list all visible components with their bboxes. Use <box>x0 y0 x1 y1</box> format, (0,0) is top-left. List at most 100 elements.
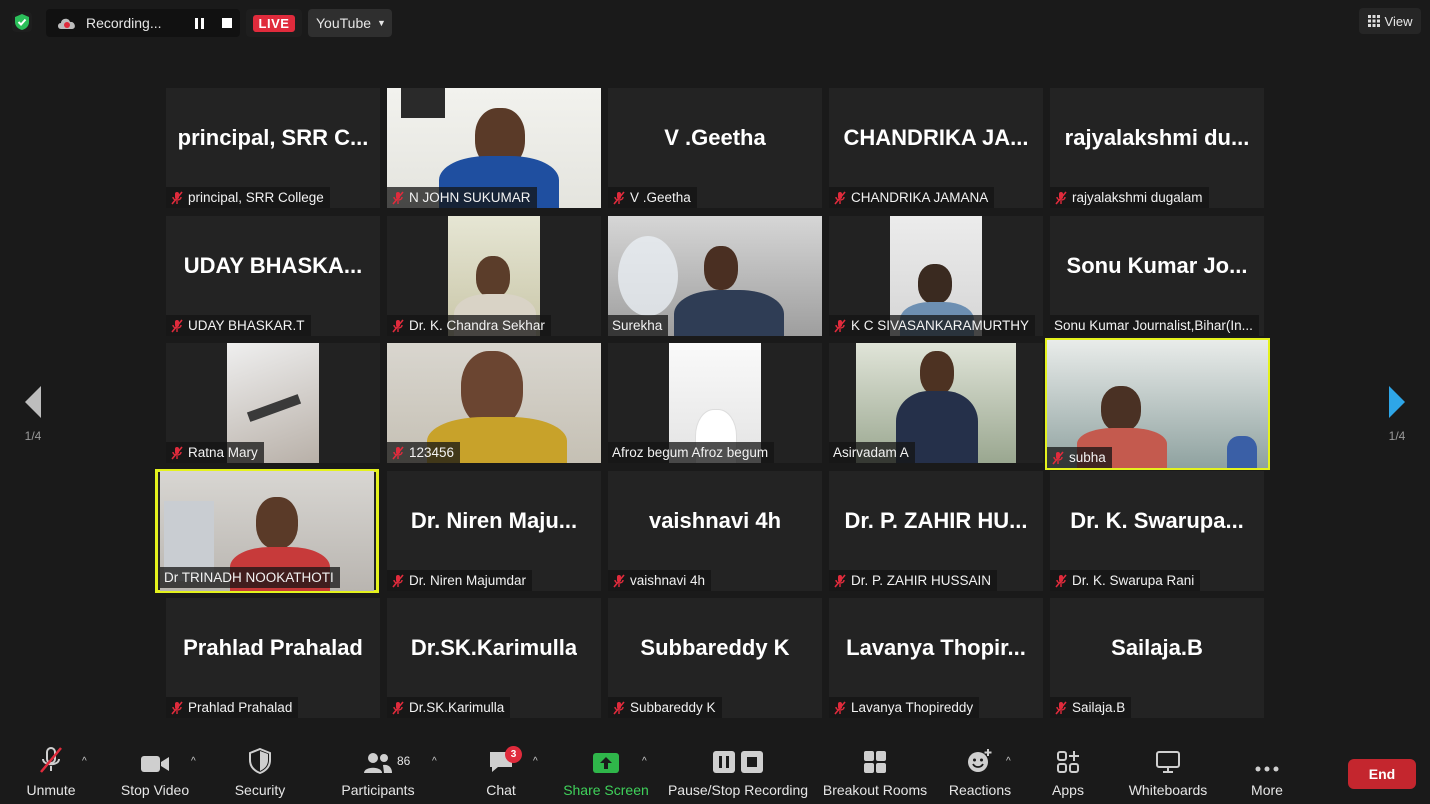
participant-label: Dr TRINADH NOOKATHOTI <box>160 567 340 588</box>
platform-label: YouTube <box>316 15 372 31</box>
participant-tile[interactable]: Prahlad Prahalad Prahlad Prahalad <box>166 598 380 718</box>
participant-video-tile[interactable]: Ratna Mary <box>166 343 380 463</box>
more-button[interactable]: More <box>1244 740 1290 804</box>
breakout-rooms-button[interactable]: Breakout Rooms <box>820 740 930 804</box>
participant-video-tile[interactable]: N JOHN SUKUMAR <box>387 88 601 208</box>
muted-mic-icon <box>834 573 846 588</box>
participant-tile[interactable]: Dr. K. Swarupa... Dr. K. Swarupa Rani <box>1050 471 1264 591</box>
share-screen-button[interactable]: Share Screen <box>562 740 650 804</box>
live-badge: LIVE <box>252 14 296 32</box>
participant-label: Dr. Niren Majumdar <box>387 570 533 591</box>
stop-recording-button[interactable] <box>214 9 240 37</box>
reactions-button[interactable]: Reactions <box>946 740 1014 804</box>
participant-tile[interactable]: vaishnavi 4h vaishnavi 4h <box>608 471 822 591</box>
participant-label: Sonu Kumar Journalist,Bihar(In... <box>1050 315 1259 336</box>
reactions-options-caret[interactable]: ^ <box>1006 756 1011 767</box>
recording-label: Recording... <box>86 15 162 31</box>
pause-stop-recording-label: Pause/Stop Recording <box>667 782 809 798</box>
chat-unread-badge: 3 <box>505 746 522 763</box>
audio-options-caret[interactable]: ^ <box>82 756 87 767</box>
muted-mic-icon <box>392 445 404 460</box>
participant-label: Dr.SK.Karimulla <box>387 697 511 718</box>
muted-mic-icon <box>613 700 625 715</box>
chat-button[interactable]: 3 Chat <box>480 740 522 804</box>
next-page-button[interactable]: 1/4 <box>1382 386 1412 446</box>
whiteboards-label: Whiteboards <box>1128 782 1208 798</box>
participants-button[interactable]: 86 Participants <box>336 740 420 804</box>
muted-mic-icon <box>171 318 183 333</box>
share-options-caret[interactable]: ^ <box>642 756 647 767</box>
stop-video-button[interactable]: Stop Video <box>118 740 192 804</box>
participant-video-tile[interactable]: Afroz begum Afroz begum <box>608 343 822 463</box>
participant-tile[interactable]: rajyalakshmi du... rajyalakshmi dugalam <box>1050 88 1264 208</box>
participant-video-tile[interactable]: 123456 <box>387 343 601 463</box>
muted-mic-icon <box>834 318 846 333</box>
muted-mic-icon <box>1055 700 1067 715</box>
chevron-left-icon <box>25 386 41 418</box>
livestream-platform-dropdown[interactable]: YouTube ▼ <box>308 9 392 37</box>
participant-video-tile[interactable]: subha <box>1045 338 1270 470</box>
video-options-caret[interactable]: ^ <box>191 756 196 767</box>
chevron-right-icon <box>1389 386 1405 418</box>
shield-icon <box>249 748 271 774</box>
previous-page-button[interactable]: 1/4 <box>18 386 48 446</box>
whiteboards-button[interactable]: Whiteboards <box>1120 740 1216 804</box>
participant-label: Subbareddy K <box>608 697 722 718</box>
participant-tile[interactable]: Sonu Kumar Jo... Sonu Kumar Journalist,B… <box>1050 216 1264 336</box>
participant-video-tile[interactable]: Dr. K. Chandra Sekhar <box>387 216 601 336</box>
muted-mic-icon <box>392 700 404 715</box>
participant-label: Surekha <box>608 315 669 336</box>
breakout-rooms-icon <box>864 751 886 773</box>
participant-tile[interactable]: Dr. Niren Maju... Dr. Niren Majumdar <box>387 471 601 591</box>
participant-label: Afroz begum Afroz begum <box>608 442 775 463</box>
participant-tile[interactable]: Dr.SK.Karimulla Dr.SK.Karimulla <box>387 598 601 718</box>
share-screen-label: Share Screen <box>563 782 649 798</box>
view-button[interactable]: View <box>1359 8 1421 34</box>
participant-tile[interactable]: CHANDRIKA JA... CHANDRIKA JAMANA <box>829 88 1043 208</box>
participant-label: Dr. P. ZAHIR HUSSAIN <box>829 570 998 591</box>
participant-video-tile[interactable]: Asirvadam A <box>829 343 1043 463</box>
participant-tile[interactable]: Subbareddy K Subbareddy K <box>608 598 822 718</box>
muted-mic-icon <box>171 445 183 460</box>
participant-tile[interactable]: UDAY BHASKA... UDAY BHASKAR.T <box>166 216 380 336</box>
muted-mic-icon <box>1052 450 1064 465</box>
security-button[interactable]: Security <box>230 740 290 804</box>
muted-mic-icon <box>171 190 183 205</box>
page-indicator-left: 1/4 <box>24 429 42 443</box>
pause-recording-button[interactable] <box>188 9 212 37</box>
page-indicator-right: 1/4 <box>1388 429 1406 443</box>
muted-microphone-icon <box>40 747 62 773</box>
participant-tile[interactable]: principal, SRR C... principal, SRR Colle… <box>166 88 380 208</box>
pause-stop-recording-button[interactable]: Pause/Stop Recording <box>665 740 811 804</box>
participant-video-tile[interactable]: Surekha <box>608 216 822 336</box>
participant-label: Ratna Mary <box>166 442 264 463</box>
muted-mic-icon <box>392 318 404 333</box>
participant-tile[interactable]: Sailaja.B Sailaja.B <box>1050 598 1264 718</box>
apps-button[interactable]: Apps <box>1046 740 1090 804</box>
live-indicator[interactable]: LIVE <box>246 9 302 37</box>
participant-tile[interactable]: Dr. P. ZAHIR HU... Dr. P. ZAHIR HUSSAIN <box>829 471 1043 591</box>
participant-label: CHANDRIKA JAMANA <box>829 187 995 208</box>
view-label: View <box>1384 13 1413 29</box>
muted-mic-icon <box>392 573 404 588</box>
reactions-smiley-icon <box>968 749 992 772</box>
unmute-button[interactable]: Unmute <box>20 740 82 804</box>
grid-view-icon <box>1367 15 1380 27</box>
active-speaker-tile[interactable]: Dr TRINADH NOOKATHOTI <box>155 469 379 593</box>
caret-down-icon: ▼ <box>377 18 386 28</box>
video-camera-icon <box>141 756 169 772</box>
security-label: Security <box>234 782 286 798</box>
chat-options-caret[interactable]: ^ <box>533 756 538 767</box>
participant-tile[interactable]: Lavanya Thopir... Lavanya Thopireddy <box>829 598 1043 718</box>
meeting-toolbar: Unmute ^ Stop Video ^ Security 86 Partic… <box>0 740 1430 804</box>
participant-video-tile[interactable]: K C SIVASANKARAMURTHY <box>829 216 1043 336</box>
muted-mic-icon <box>1055 190 1067 205</box>
end-meeting-button[interactable]: End <box>1348 759 1416 789</box>
participant-label: Dr. K. Swarupa Rani <box>1050 570 1201 591</box>
muted-mic-icon <box>834 700 846 715</box>
participants-options-caret[interactable]: ^ <box>432 756 437 767</box>
security-shield-icon[interactable] <box>12 12 32 32</box>
participant-label: Dr. K. Chandra Sekhar <box>387 315 551 336</box>
participant-tile[interactable]: V .Geetha V .Geetha <box>608 88 822 208</box>
participant-label: UDAY BHASKAR.T <box>166 315 311 336</box>
